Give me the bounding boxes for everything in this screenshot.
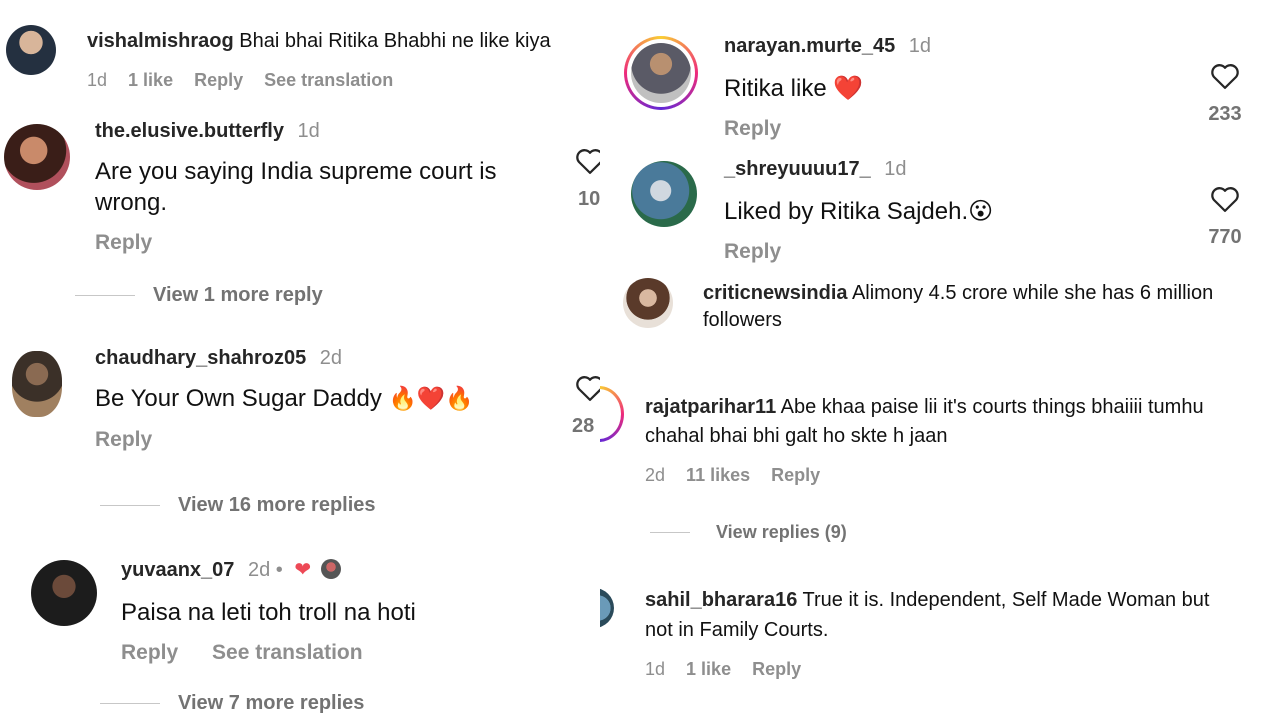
like-count: 233 — [1208, 103, 1242, 125]
fire-emoji: 🔥 — [445, 385, 474, 411]
liked-by-creator-heart-icon: ❤ — [294, 559, 312, 581]
comment-text-line-1: True it is. Independent, Self Made Woman… — [802, 589, 1210, 611]
likes-count[interactable]: 1 like — [128, 70, 173, 90]
avatar[interactable] — [12, 351, 62, 417]
heart-icon[interactable] — [575, 147, 600, 175]
username[interactable]: chaudhary_shahroz05 — [95, 347, 306, 369]
comment-time: 1d — [908, 35, 932, 57]
comment-time: 2d — [319, 347, 343, 369]
avatar[interactable] — [631, 161, 697, 227]
username[interactable]: the.elusive.butterfly — [95, 120, 284, 142]
divider — [100, 703, 160, 704]
reply-button[interactable]: Reply — [724, 240, 781, 263]
heart-icon[interactable] — [1210, 185, 1240, 213]
see-translation-link[interactable]: See translation — [212, 641, 363, 664]
comment-time: 1d — [297, 120, 320, 142]
comment-time: 1d — [645, 659, 666, 679]
divider — [75, 295, 135, 296]
username[interactable]: _shreyuuuu17_ — [724, 158, 871, 180]
avatar[interactable] — [623, 278, 673, 328]
avatar[interactable] — [4, 124, 70, 190]
comment-text-line-1: Abe khaa paise lii it's courts things bh… — [780, 396, 1204, 418]
comment-time: 2d — [247, 559, 271, 581]
heart-icon[interactable] — [575, 374, 600, 402]
view-replies-button[interactable]: View 7 more replies — [100, 692, 364, 715]
story-ring[interactable] — [600, 386, 624, 442]
view-replies-button[interactable]: View 16 more replies — [100, 494, 376, 517]
avatar[interactable] — [6, 25, 56, 75]
comment-text: Liked by Ritika Sajdeh. — [724, 198, 969, 225]
comment-text-line-1: Are you saying India supreme court is — [95, 158, 497, 185]
view-replies-label[interactable]: View 1 more reply — [153, 284, 323, 307]
avatar[interactable] — [631, 43, 691, 103]
heart-icon[interactable] — [1210, 62, 1240, 90]
right-comments-panel: narayan.murte_45 1d Ritika like ❤️ Reply… — [600, 0, 1280, 720]
comment-text-line-2: not in Family Courts. — [645, 619, 829, 641]
comment-text: Bhai bhai Ritika Bhabhi ne like kiya — [239, 30, 551, 52]
story-ring[interactable] — [624, 36, 698, 110]
view-replies-label[interactable]: View 16 more replies — [178, 494, 376, 517]
comment-text-line-1: Alimony 4.5 crore while she has 6 millio… — [851, 282, 1214, 304]
divider — [650, 532, 690, 533]
comment-text: Ritika like — [724, 75, 827, 102]
reply-button[interactable]: Reply — [121, 641, 178, 664]
red-heart-emoji: ❤️ — [833, 75, 864, 102]
surprised-emoji: 😮 — [968, 198, 994, 225]
like-count: 10 — [578, 188, 600, 210]
comment-time: 1d — [884, 158, 907, 180]
comment-time: 1d — [87, 70, 108, 90]
comment-text: Be Your Own Sugar Daddy — [95, 385, 382, 412]
likes-count[interactable]: 1 like — [686, 659, 731, 679]
likes-count[interactable]: 11 likes — [686, 465, 750, 485]
username[interactable]: sahil_bharara16 — [645, 589, 797, 611]
reply-button[interactable]: Reply — [95, 428, 152, 451]
comment-time: 2d — [645, 465, 666, 485]
reply-button[interactable]: Reply — [194, 70, 243, 90]
see-translation-link[interactable]: See translation — [264, 70, 393, 90]
username[interactable]: narayan.murte_45 — [724, 35, 895, 57]
like-count: 770 — [1208, 226, 1242, 248]
comment-text-line-2: chahal bhai bhi galt ho skte h jaan — [645, 425, 948, 447]
username[interactable]: rajatparihar11 — [645, 396, 776, 418]
reply-button[interactable]: Reply — [724, 117, 781, 140]
avatar[interactable] — [600, 588, 614, 628]
comment-text-line-2: followers — [703, 309, 782, 331]
view-replies-button[interactable]: View replies (9) — [650, 522, 847, 543]
reply-button[interactable]: Reply — [771, 465, 820, 485]
reply-button[interactable]: Reply — [752, 659, 801, 679]
username[interactable]: criticnewsindia — [703, 282, 848, 304]
like-count: 28 — [572, 415, 595, 437]
comment-text: Paisa na leti toh troll na hoti — [121, 599, 416, 626]
fire-emoji: 🔥 — [388, 385, 417, 411]
reply-button[interactable]: Reply — [95, 231, 152, 254]
username[interactable]: vishalmishraog — [87, 30, 234, 52]
username[interactable]: yuvaanx_07 — [121, 559, 234, 581]
divider — [100, 505, 160, 506]
creator-avatar — [320, 559, 341, 579]
avatar[interactable] — [31, 560, 97, 626]
view-replies-button[interactable]: View 1 more reply — [75, 284, 323, 307]
separator-dot: • — [275, 559, 283, 581]
left-comments-panel: vishalmishraog Bhai bhai Ritika Bhabhi n… — [0, 0, 600, 720]
view-replies-label[interactable]: View 7 more replies — [178, 692, 364, 715]
view-replies-label[interactable]: View replies (9) — [716, 522, 847, 543]
comment-text-line-2: wrong. — [95, 189, 168, 216]
red-heart-emoji: ❤️ — [416, 385, 446, 411]
